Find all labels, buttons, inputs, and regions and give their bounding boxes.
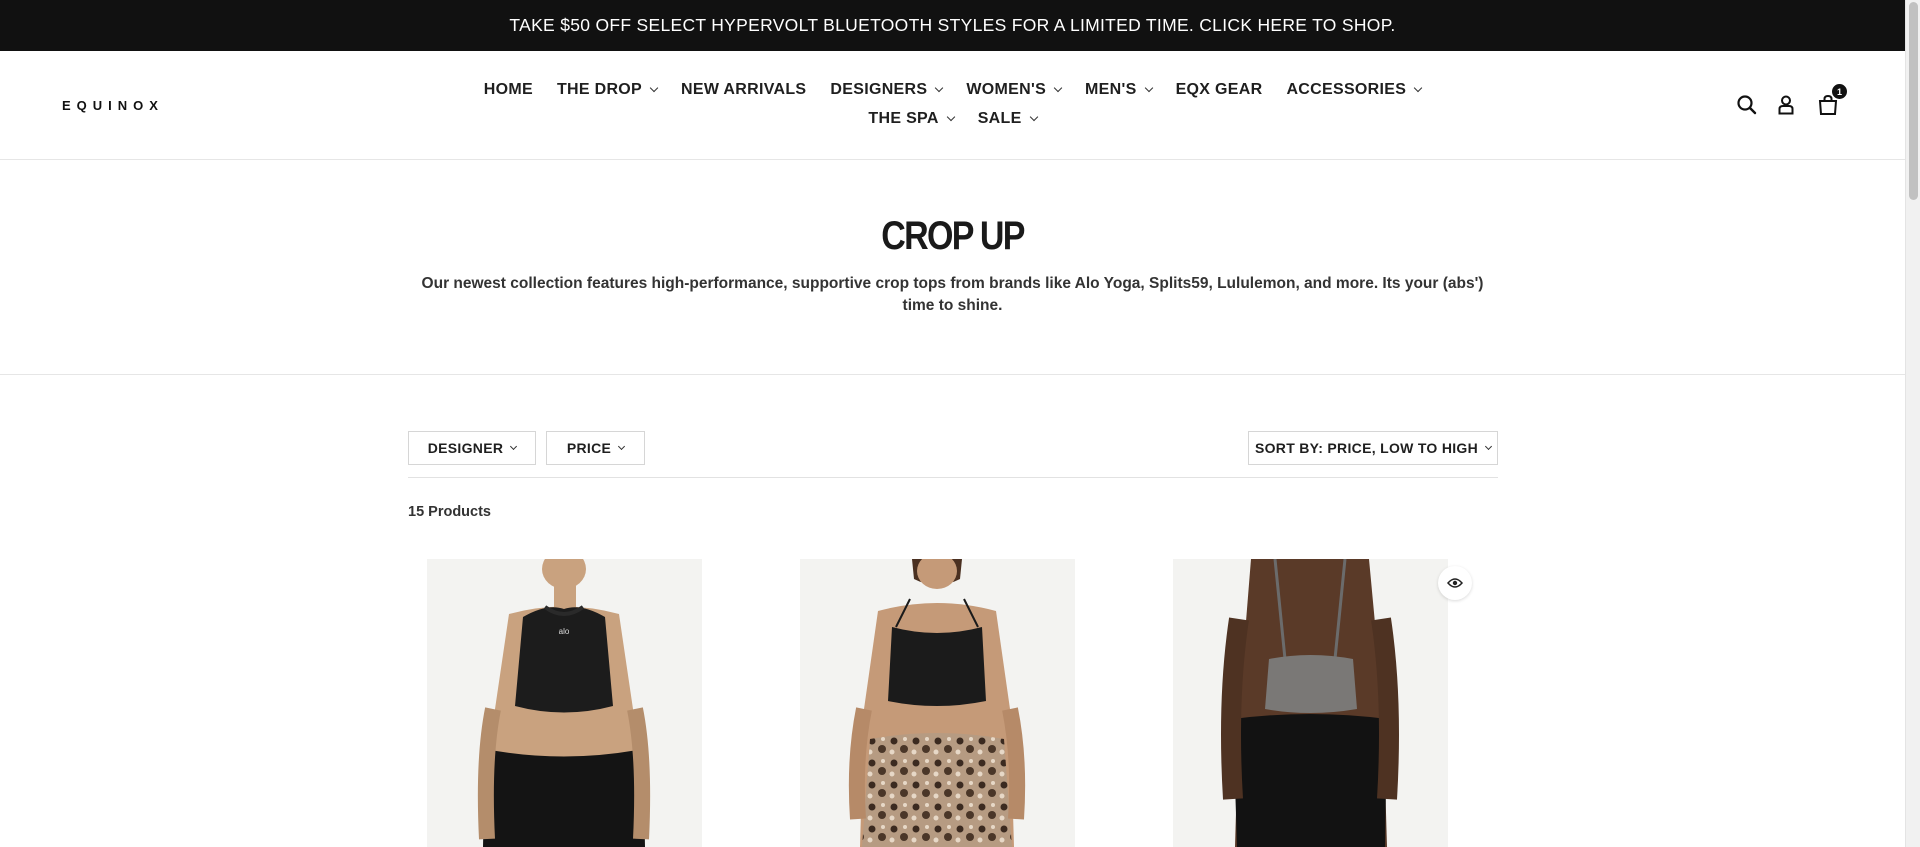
product-card-image[interactable]: alo (427, 559, 702, 847)
nav-item-label: HOME (483, 80, 533, 98)
chevron-down-icon (1484, 442, 1493, 450)
nav-item-the-drop[interactable]: THE DROP (556, 80, 659, 99)
site-header: EQUINOX HOME THE DROP NEW ARRIVALS DESIGNER… (0, 51, 1905, 160)
search-icon[interactable] (1734, 92, 1760, 118)
chevron-down-icon (649, 83, 659, 92)
cart-count-badge: 1 (1832, 84, 1847, 99)
announcement-bar[interactable]: TAKE $50 OFF SELECT HYPERVOLT BLUETOOTH … (0, 0, 1905, 51)
nav-item-sale[interactable]: SALE (977, 109, 1038, 128)
collection-description: Our newest collection features high-perf… (421, 275, 1484, 314)
quick-view-button[interactable] (1438, 566, 1472, 600)
chevron-down-icon (1029, 112, 1038, 121)
nav-item-the-spa[interactable]: THE SPA (868, 109, 955, 128)
chevron-down-icon (1413, 83, 1423, 92)
chevron-down-icon (946, 112, 955, 121)
nav-item-label: DESIGNERS (830, 80, 928, 98)
collection-hero: CROP UP Our newest collection features h… (0, 160, 1905, 375)
nav-item-label: THE DROP (556, 80, 643, 98)
chevron-down-icon (510, 442, 518, 450)
nav-item-eqx-gear[interactable]: EQX GEAR (1176, 81, 1263, 99)
nav-item-label: ACCESSORIES (1286, 80, 1407, 98)
cart-icon[interactable]: 1 (1815, 84, 1847, 118)
chevron-down-icon (1053, 83, 1063, 92)
nav-item-men-s[interactable]: MEN'S (1085, 80, 1153, 99)
filter-bar: DESIGNER PRICE SORT BY: PRICE, LOW TO HI… (408, 431, 1498, 478)
page-scrollbar[interactable] (1905, 0, 1920, 847)
designer-filter-label: DESIGNER (427, 440, 504, 456)
nav-item-label: SALE (977, 109, 1022, 127)
nav-item-label: EQX GEAR (1175, 80, 1263, 98)
product-count: 15 Products (408, 504, 491, 520)
nav-item-women-s[interactable]: WOMEN'S (966, 80, 1063, 99)
main-nav: HOME THE DROP NEW ARRIVALS DESIGNERS WOMEN'S… (440, 75, 1465, 133)
product-image (800, 559, 1075, 847)
announcement-text[interactable]: TAKE $50 OFF SELECT HYPERVOLT BLUETOOTH … (509, 15, 1395, 36)
designer-filter[interactable]: DESIGNER (408, 431, 536, 465)
product-image: alo (427, 559, 702, 847)
product-card-image[interactable] (800, 559, 1075, 847)
nav-row-secondary: THE SPA SALE (440, 104, 1465, 133)
eye-icon (1447, 578, 1463, 588)
product-card-image[interactable] (1173, 559, 1448, 847)
nav-item-designers[interactable]: DESIGNERS (830, 80, 944, 99)
nav-item-label: MEN'S (1085, 80, 1137, 98)
product-image (1173, 559, 1448, 847)
nav-item-new-arrivals[interactable]: NEW ARRIVALS (681, 81, 806, 99)
scrollbar-thumb[interactable] (1909, 2, 1918, 200)
nav-item-home[interactable]: HOME (484, 81, 533, 99)
nav-item-label: WOMEN'S (966, 80, 1047, 98)
chevron-down-icon (1144, 83, 1153, 92)
chevron-down-icon (618, 442, 626, 450)
nav-row-primary: HOME THE DROP NEW ARRIVALS DESIGNERS WOMEN'S… (440, 75, 1465, 104)
alo-brand-mark: alo (559, 627, 570, 636)
sort-select-label: SORT BY: PRICE, LOW TO HIGH (1254, 440, 1479, 456)
sort-select[interactable]: SORT BY: PRICE, LOW TO HIGH (1248, 431, 1498, 465)
price-filter[interactable]: PRICE (546, 431, 645, 465)
equinox-logo[interactable]: EQUINOX (62, 98, 164, 113)
nav-item-accessories[interactable]: ACCESSORIES (1286, 80, 1423, 99)
nav-item-label: THE SPA (868, 109, 939, 127)
account-icon[interactable] (1773, 92, 1799, 118)
chevron-down-icon (935, 83, 944, 92)
price-filter-label: PRICE (566, 440, 612, 456)
nav-item-label: NEW ARRIVALS (681, 80, 807, 98)
collection-title: CROP UP (881, 214, 1025, 258)
